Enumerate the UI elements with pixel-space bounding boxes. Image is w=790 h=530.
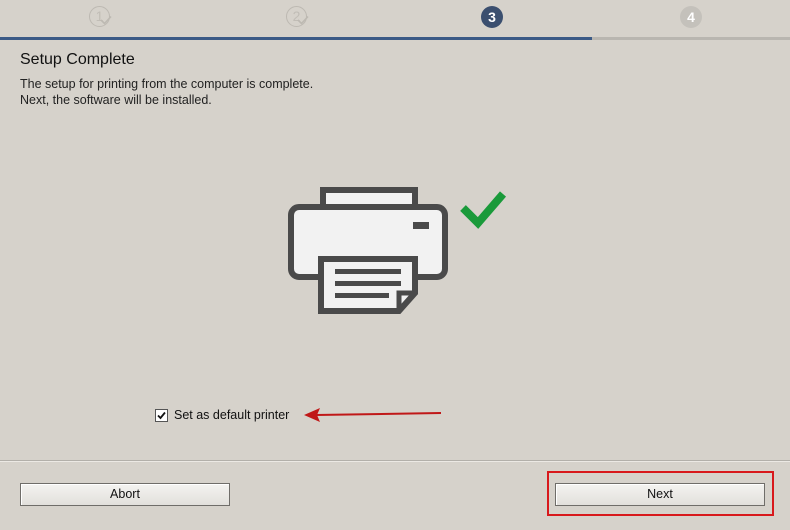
annotation-arrow-icon [304, 408, 442, 422]
next-button[interactable]: Next [555, 483, 765, 506]
step-progress-fill [0, 37, 592, 40]
description: The setup for printing from the computer… [20, 76, 313, 108]
step-1-check-icon [100, 15, 112, 25]
step-4-number: 4 [680, 6, 702, 28]
abort-button[interactable]: Abort [20, 483, 230, 506]
description-line-2: Next, the software will be installed. [20, 93, 212, 107]
step-progress-track [0, 37, 790, 40]
printer-icon [288, 187, 448, 314]
default-printer-option[interactable]: Set as default printer [155, 407, 289, 423]
step-4: 4 [680, 6, 706, 32]
step-1: 1 [89, 6, 115, 32]
page-title: Setup Complete [20, 51, 135, 68]
footer-divider-highlight [0, 461, 790, 462]
step-3-number: 3 [481, 6, 503, 28]
default-printer-checkbox[interactable] [155, 408, 168, 422]
checkbox-check-icon [157, 411, 166, 419]
description-line-1: The setup for printing from the computer… [20, 77, 314, 91]
step-3: 3 [481, 6, 507, 32]
step-2: 2 [286, 6, 312, 32]
step-2-check-icon [297, 15, 309, 25]
default-printer-label[interactable]: Set as default printer [174, 408, 289, 422]
check-icon [460, 191, 507, 229]
printer-illustration [288, 187, 507, 314]
step-indicator: 1 2 3 4 [0, 0, 790, 40]
